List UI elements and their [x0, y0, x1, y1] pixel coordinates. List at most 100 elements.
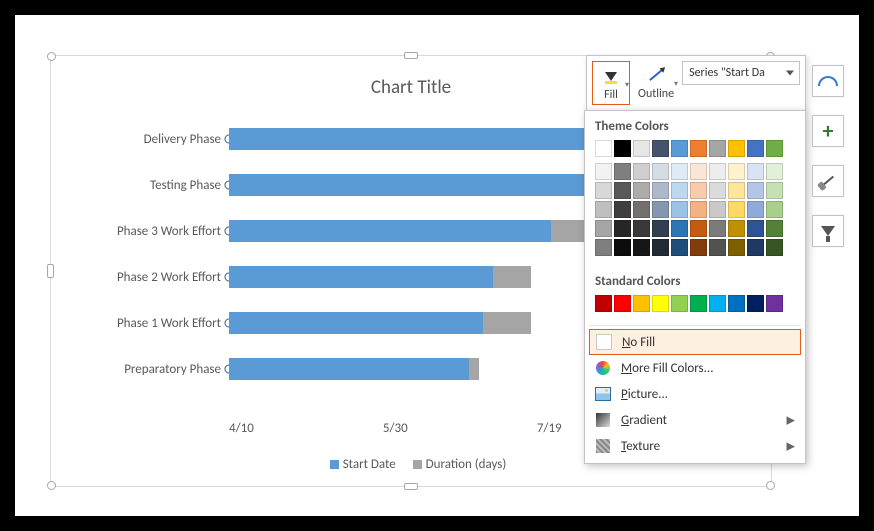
- color-swatch[interactable]: [690, 220, 707, 237]
- resize-handle[interactable]: [47, 481, 56, 490]
- color-swatch[interactable]: [652, 220, 669, 237]
- resize-handle[interactable]: [47, 264, 54, 278]
- outline-button[interactable]: ▾ Outline: [634, 61, 678, 103]
- color-swatch[interactable]: [747, 295, 764, 312]
- color-swatch[interactable]: [671, 239, 688, 256]
- color-swatch[interactable]: [728, 182, 745, 199]
- color-swatch[interactable]: [652, 182, 669, 199]
- color-swatch[interactable]: [595, 163, 612, 180]
- color-swatch[interactable]: [671, 163, 688, 180]
- resize-handle[interactable]: [47, 52, 56, 61]
- color-swatch[interactable]: [766, 239, 783, 256]
- color-swatch[interactable]: [671, 182, 688, 199]
- color-swatch[interactable]: [690, 163, 707, 180]
- color-swatch[interactable]: [595, 220, 612, 237]
- color-swatch[interactable]: [766, 182, 783, 199]
- color-swatch[interactable]: [709, 295, 726, 312]
- picture-fill-item[interactable]: Picture...: [585, 381, 805, 407]
- resize-handle[interactable]: [404, 483, 418, 490]
- color-swatch[interactable]: [614, 239, 631, 256]
- color-swatch[interactable]: [690, 182, 707, 199]
- color-swatch[interactable]: [614, 201, 631, 218]
- color-swatch[interactable]: [709, 140, 726, 157]
- bar-duration[interactable]: [469, 358, 479, 380]
- color-swatch[interactable]: [766, 201, 783, 218]
- color-swatch[interactable]: [595, 182, 612, 199]
- color-swatch[interactable]: [652, 163, 669, 180]
- color-swatch[interactable]: [709, 163, 726, 180]
- texture-fill-item[interactable]: Texture ▶: [585, 433, 805, 459]
- color-swatch[interactable]: [595, 140, 612, 157]
- color-swatch[interactable]: [709, 239, 726, 256]
- bar-duration[interactable]: [493, 266, 531, 288]
- chart-elements-button[interactable]: [812, 65, 844, 97]
- color-swatch[interactable]: [633, 220, 650, 237]
- color-swatch[interactable]: [690, 140, 707, 157]
- color-swatch[interactable]: [652, 201, 669, 218]
- chart-filter-button[interactable]: [812, 215, 844, 247]
- no-fill-icon: [596, 334, 612, 350]
- color-swatch[interactable]: [747, 220, 764, 237]
- color-swatch[interactable]: [614, 220, 631, 237]
- color-swatch[interactable]: [766, 220, 783, 237]
- chart-styles-button[interactable]: [812, 165, 844, 197]
- plus-icon: +: [823, 120, 834, 142]
- color-swatch[interactable]: [766, 140, 783, 157]
- color-swatch[interactable]: [652, 295, 669, 312]
- color-swatch[interactable]: [633, 182, 650, 199]
- color-swatch[interactable]: [709, 182, 726, 199]
- color-swatch[interactable]: [633, 239, 650, 256]
- color-swatch[interactable]: [671, 220, 688, 237]
- bar-start-date[interactable]: [229, 174, 599, 196]
- color-swatch[interactable]: [747, 182, 764, 199]
- color-swatch[interactable]: [728, 140, 745, 157]
- color-swatch[interactable]: [633, 295, 650, 312]
- x-tick: 7/19: [537, 421, 562, 441]
- more-fill-colors-item[interactable]: More Fill Colors...: [585, 355, 805, 381]
- color-swatch[interactable]: [747, 140, 764, 157]
- color-swatch[interactable]: [728, 163, 745, 180]
- color-swatch[interactable]: [728, 295, 745, 312]
- gradient-fill-item[interactable]: Gradient ▶: [585, 407, 805, 433]
- color-swatch[interactable]: [747, 163, 764, 180]
- fill-button[interactable]: ▾ Fill: [592, 61, 630, 105]
- color-swatch[interactable]: [652, 239, 669, 256]
- color-swatch[interactable]: [633, 140, 650, 157]
- color-swatch[interactable]: [728, 239, 745, 256]
- color-swatch[interactable]: [690, 239, 707, 256]
- color-swatch[interactable]: [766, 163, 783, 180]
- color-swatch[interactable]: [614, 140, 631, 157]
- color-swatch[interactable]: [595, 239, 612, 256]
- color-swatch[interactable]: [633, 201, 650, 218]
- resize-handle[interactable]: [766, 481, 775, 490]
- no-fill-item[interactable]: No Fill: [589, 329, 801, 355]
- chart-add-button[interactable]: +: [812, 115, 844, 147]
- color-swatch[interactable]: [766, 295, 783, 312]
- color-swatch[interactable]: [709, 220, 726, 237]
- color-swatch[interactable]: [614, 182, 631, 199]
- bar-duration[interactable]: [483, 312, 531, 334]
- bar-start-date[interactable]: [229, 220, 551, 242]
- color-swatch[interactable]: [728, 220, 745, 237]
- color-swatch[interactable]: [728, 201, 745, 218]
- color-swatch[interactable]: [614, 163, 631, 180]
- bar-start-date[interactable]: [229, 358, 469, 380]
- theme-color-grid: [585, 138, 805, 266]
- color-swatch[interactable]: [614, 295, 631, 312]
- resize-handle[interactable]: [404, 52, 418, 59]
- color-swatch[interactable]: [671, 295, 688, 312]
- color-swatch[interactable]: [747, 239, 764, 256]
- series-selector-dropdown[interactable]: Series "Start Da: [682, 61, 800, 85]
- color-swatch[interactable]: [633, 163, 650, 180]
- color-swatch[interactable]: [595, 201, 612, 218]
- color-swatch[interactable]: [709, 201, 726, 218]
- color-swatch[interactable]: [690, 295, 707, 312]
- color-swatch[interactable]: [690, 201, 707, 218]
- bar-start-date[interactable]: [229, 266, 493, 288]
- color-swatch[interactable]: [595, 295, 612, 312]
- color-swatch[interactable]: [747, 201, 764, 218]
- color-swatch[interactable]: [652, 140, 669, 157]
- bar-start-date[interactable]: [229, 312, 483, 334]
- color-swatch[interactable]: [671, 140, 688, 157]
- color-swatch[interactable]: [671, 201, 688, 218]
